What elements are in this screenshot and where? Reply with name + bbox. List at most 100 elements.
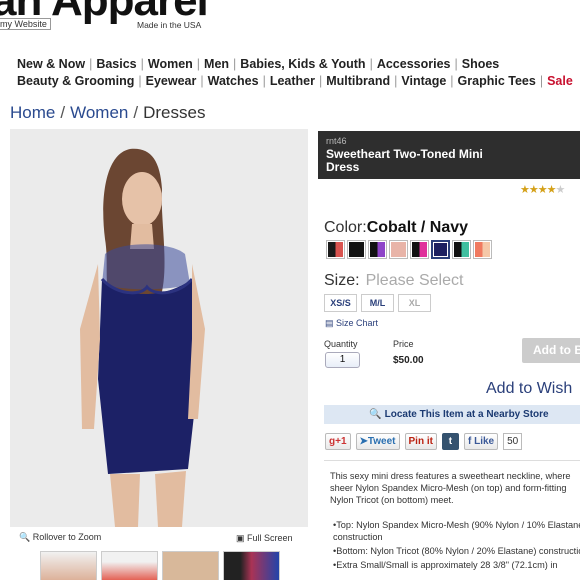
thumbnail[interactable] — [40, 551, 97, 580]
thumbnail[interactable] — [101, 551, 158, 580]
size-option-xs-s[interactable]: XS/S — [324, 294, 357, 312]
nav-item-multibrand[interactable]: Multibrand — [326, 74, 390, 88]
thumbnail[interactable] — [162, 551, 219, 580]
twitter-icon: ➤ — [359, 436, 368, 447]
swatch-fill — [454, 242, 469, 257]
add-to-bag-button[interactable]: Add to B — [522, 338, 580, 363]
nav-separator: | — [200, 74, 204, 88]
fullscreen-icon: ▣ — [236, 533, 245, 543]
thumbnail[interactable] — [223, 551, 280, 580]
thumbnail-strip — [40, 551, 280, 580]
facebook-like-button[interactable]: f Like — [463, 433, 499, 450]
divider — [324, 460, 580, 461]
tweet-button[interactable]: ➤Tweet — [355, 433, 400, 450]
breadcrumb-separator: / — [60, 103, 66, 122]
rollover-zoom-label: Rollover to Zoom — [32, 532, 102, 542]
like-label: Like — [474, 436, 495, 447]
nav-item-new-now[interactable]: New & Now — [17, 57, 85, 71]
nav-item-women[interactable]: Women — [148, 57, 193, 71]
nav-separator: | — [454, 57, 458, 71]
model-illustration — [10, 129, 308, 527]
detail-item: •Top: Nylon Spandex Micro-Mesh (90% Nylo… — [333, 520, 580, 542]
pin-it-button[interactable]: Pin it — [404, 433, 437, 450]
ruler-icon: ▤ — [325, 318, 334, 328]
my-website-label[interactable]: my Website — [0, 18, 51, 30]
price-value: $50.00 — [393, 355, 424, 366]
add-to-wishlist-link[interactable]: Add to Wish — [486, 380, 572, 398]
swatch-fill — [370, 242, 385, 257]
nav-item-eyewear[interactable]: Eyewear — [146, 74, 197, 88]
nav-item-watches[interactable]: Watches — [208, 74, 259, 88]
nav-separator: | — [196, 57, 201, 71]
size-label: Size: — [324, 272, 360, 289]
rollover-zoom-hint: 🔍 Rollover to Zoom — [19, 532, 101, 543]
color-swatch-black-teal[interactable] — [452, 240, 471, 259]
swatch-fill — [349, 242, 364, 257]
full-screen-button[interactable]: ▣ Full Screen — [236, 533, 293, 544]
color-swatch-black-purple[interactable] — [368, 240, 387, 259]
product-title-bar: rnt46 Sweetheart Two-Toned Mini Dress — [318, 131, 580, 179]
color-swatch-coral-peach[interactable] — [473, 240, 492, 259]
nav-item-sale[interactable]: Sale — [547, 74, 573, 88]
breadcrumb-dresses: Dresses — [143, 103, 206, 122]
nav-separator: | — [394, 74, 398, 88]
size-option-xl: XL — [398, 294, 431, 312]
made-in-usa-label: Made in the USA — [137, 20, 202, 30]
color-swatch-black-pink[interactable] — [410, 240, 429, 259]
tumblr-button[interactable]: t — [441, 433, 459, 450]
my-website-tag[interactable]: my Website — [0, 18, 51, 30]
locate-store-button[interactable]: 🔍 Locate This Item at a Nearby Store — [324, 405, 580, 424]
nav-separator: | — [450, 74, 454, 88]
swatch-fill — [412, 242, 427, 257]
size-options: XS/S M/L XL — [324, 294, 431, 312]
nav-item-shoes[interactable]: Shoes — [462, 57, 500, 71]
breadcrumb-women[interactable]: Women — [70, 103, 128, 122]
nav-separator: | — [140, 57, 144, 71]
tweet-label: Tweet — [367, 436, 396, 447]
magnifier-icon: 🔍 — [19, 532, 31, 542]
quantity-label: Quantity — [324, 339, 358, 349]
nav-item-graphic-tees[interactable]: Graphic Tees — [458, 74, 536, 88]
size-chart-link[interactable]: ▤ Size Chart — [325, 318, 378, 329]
color-swatch-nude[interactable] — [389, 240, 408, 259]
color-swatch-black[interactable] — [347, 240, 366, 259]
social-share-bar: g+1 ➤Tweet Pin it t f Like 50 — [325, 433, 523, 450]
swatch-fill — [475, 242, 490, 257]
star-empty-icon: ★ — [555, 184, 565, 196]
google-plus-label: +1 — [335, 436, 347, 447]
search-icon: 🔍 — [369, 409, 382, 420]
size-option-m-l[interactable]: M/L — [361, 294, 394, 312]
nav-item-basics[interactable]: Basics — [96, 57, 136, 71]
google-plus-button[interactable]: g+1 — [325, 433, 351, 450]
like-count: 50 — [503, 433, 523, 450]
nav-item-beauty-grooming[interactable]: Beauty & Grooming — [17, 74, 134, 88]
nav-separator: | — [89, 57, 93, 71]
product-description: This sexy mini dress features a sweethea… — [330, 471, 571, 505]
product-title: Sweetheart Two-Toned Mini Dress — [326, 147, 483, 174]
size-chart-label: Size Chart — [336, 318, 379, 328]
nav-separator: | — [539, 74, 544, 88]
color-selection: Color:Cobalt / Navy — [324, 219, 468, 237]
nav-item-vintage[interactable]: Vintage — [401, 74, 446, 88]
rating-stars[interactable]: ★★★★★ — [520, 183, 565, 196]
breadcrumb-home[interactable]: Home — [10, 103, 55, 122]
nav-item-accessories[interactable]: Accessories — [377, 57, 451, 71]
nav-item-leather[interactable]: Leather — [270, 74, 315, 88]
product-details-list: •Top: Nylon Spandex Micro-Mesh (90% Nylo… — [333, 519, 580, 573]
product-sku: rnt46 — [326, 136, 347, 146]
color-value: Cobalt / Navy — [366, 219, 469, 236]
breadcrumb-separator: / — [133, 103, 139, 122]
nav-separator: | — [233, 57, 237, 71]
nav-item-men[interactable]: Men — [204, 57, 229, 71]
color-swatch-red-black[interactable] — [326, 240, 345, 259]
nav-separator: | — [138, 74, 142, 88]
quantity-input[interactable]: 1 — [325, 352, 360, 368]
nav-separator: | — [369, 57, 373, 71]
product-image[interactable] — [10, 129, 308, 527]
nav-row-1: New & Now | Basics | Women | Men | Babies, Kids … — [17, 57, 499, 71]
nav-separator: | — [318, 74, 323, 88]
full-screen-label: Full Screen — [247, 533, 293, 543]
nav-item-babies-kids-youth[interactable]: Babies, Kids & Youth — [240, 57, 365, 71]
color-swatch-cobalt-navy[interactable] — [431, 240, 450, 259]
size-selection: Size: Please Select — [324, 272, 463, 290]
